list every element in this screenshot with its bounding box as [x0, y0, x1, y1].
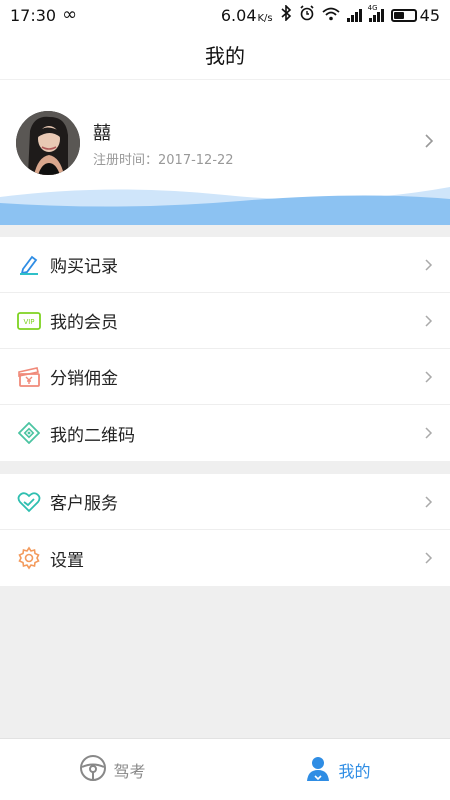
alarm-icon: [299, 5, 315, 25]
menu-label: 我的会员: [50, 313, 118, 333]
pen-edit-icon: [16, 252, 42, 278]
commission-ticket-icon: [16, 364, 42, 390]
menu-item-commission[interactable]: 分销佣金: [0, 349, 450, 405]
steering-wheel-icon: [79, 754, 107, 786]
menu-item-qr-code[interactable]: 我的二维码: [0, 405, 450, 461]
chevron-right-icon: [425, 495, 433, 508]
qr-code-icon: [16, 420, 42, 446]
vip-card-icon: VIP: [16, 308, 42, 334]
page-title: 我的: [205, 44, 245, 68]
nav-tab-mine[interactable]: 我的: [225, 739, 450, 800]
status-bar: 17:30 ∞ 6.04 K/s 4G 45: [0, 0, 450, 30]
menu-group-support: 客户服务 设置: [0, 474, 450, 586]
signal-4g-icon: 4G: [368, 4, 384, 22]
menu-item-purchase-records[interactable]: 购买记录: [0, 237, 450, 293]
chevron-right-icon: [425, 370, 433, 383]
wave-decoration: [0, 187, 450, 225]
user-icon: [304, 754, 332, 786]
network-speed-unit: K/s: [257, 12, 273, 24]
chevron-right-icon: [425, 314, 433, 327]
chevron-right-icon: [425, 427, 433, 439]
bottom-nav: 驾考 我的: [0, 738, 450, 800]
menu-item-settings[interactable]: 设置: [0, 530, 450, 586]
chevron-right-icon: [425, 552, 433, 564]
avatar[interactable]: [16, 111, 80, 175]
heart-service-icon: [16, 489, 42, 515]
gear-icon: [16, 545, 42, 571]
profile-card[interactable]: 囍 注册时间：2017-12-22: [0, 80, 450, 225]
bluetooth-icon: [280, 4, 292, 25]
menu-label: 我的二维码: [50, 425, 135, 446]
menu-item-customer-service[interactable]: 客户服务: [0, 474, 450, 530]
infinity-icon: ∞: [62, 4, 78, 25]
menu-label: 客户服务: [50, 494, 118, 514]
menu-label: 设置: [50, 550, 84, 571]
signal-icon: [346, 8, 362, 22]
battery-icon: 45: [390, 5, 440, 25]
network-speed: 6.04 K/s: [220, 5, 273, 25]
battery-level: 45: [419, 5, 440, 25]
page-header: 我的: [0, 30, 450, 80]
profile-name: 囍: [93, 123, 111, 144]
nav-tab-driving-test[interactable]: 驾考: [0, 739, 225, 800]
registration-date: 注册时间：2017-12-22: [93, 153, 234, 168]
nav-label: 驾考: [113, 761, 146, 781]
menu-label: 购买记录: [50, 257, 118, 277]
wifi-icon: [322, 6, 340, 25]
menu-group-account: 购买记录 VIP 我的会员 分销佣金 我的二维码: [0, 237, 450, 461]
svg-text:VIP: VIP: [23, 318, 34, 326]
chevron-right-icon[interactable]: [424, 133, 434, 153]
nav-label: 我的: [338, 761, 371, 781]
status-time: 17:30: [10, 5, 57, 25]
menu-label: 分销佣金: [50, 369, 118, 389]
chevron-right-icon: [425, 258, 433, 271]
menu-item-membership[interactable]: VIP 我的会员: [0, 293, 450, 349]
